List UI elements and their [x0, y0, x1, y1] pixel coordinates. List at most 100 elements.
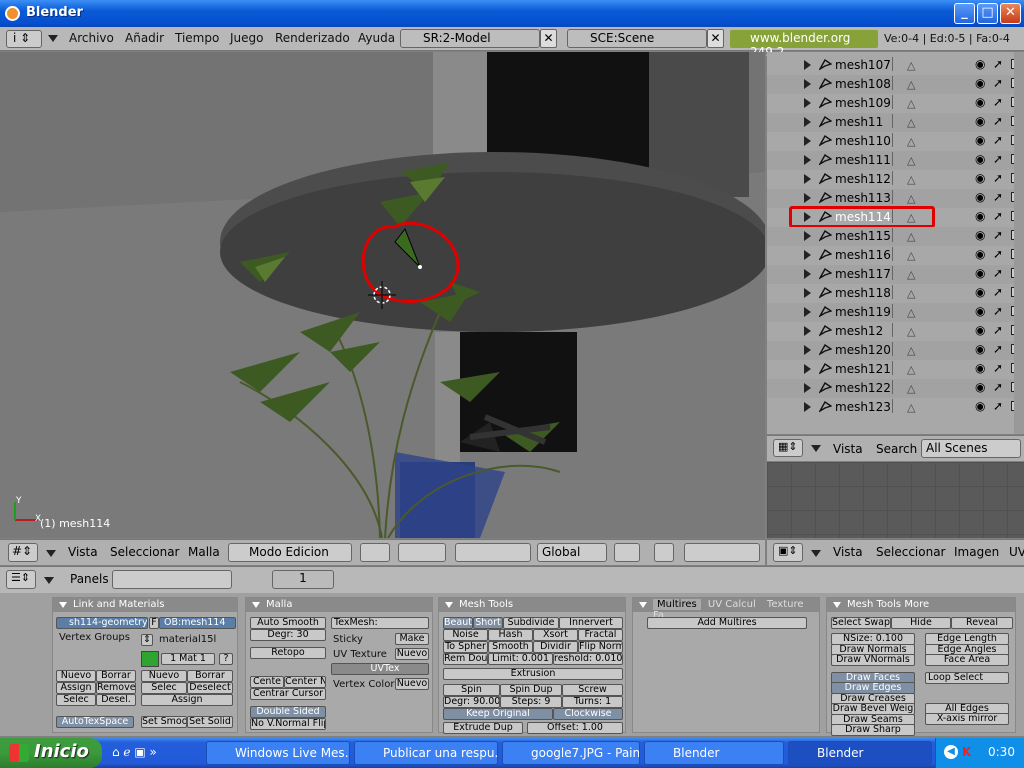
vgroup-assign-button[interactable]: Assign — [56, 682, 96, 694]
selectability-cursor-icon[interactable]: ➚ — [993, 342, 1003, 356]
close-button[interactable]: ✕ — [1000, 3, 1021, 24]
selectability-cursor-icon[interactable]: ➚ — [993, 152, 1003, 166]
minimize-button[interactable]: _ — [954, 3, 975, 24]
view-menu[interactable]: Vista — [68, 545, 98, 559]
material-help-button[interactable]: ? — [219, 653, 233, 665]
material-new-button[interactable]: Nuevo — [141, 670, 187, 682]
spin-button[interactable]: Spin — [443, 684, 500, 696]
collapse-triangle-icon[interactable] — [46, 550, 56, 557]
expand-triangle-icon[interactable] — [804, 250, 811, 260]
center-button[interactable]: Cente — [250, 676, 284, 688]
snap-icon[interactable] — [654, 543, 674, 562]
degree-field[interactable]: Degr: 30 — [250, 629, 326, 641]
subdivide-button[interactable]: Subdivide — [503, 617, 559, 629]
outliner-view-menu[interactable]: Vista — [833, 442, 863, 456]
tray-arrow-icon[interactable]: ◀ — [944, 745, 958, 759]
visibility-eye-icon[interactable]: ◉ — [975, 304, 985, 318]
outliner-row-mesh116[interactable]: mesh116 △ ◉ ➚ — [767, 246, 1024, 265]
selectability-cursor-icon[interactable]: ➚ — [993, 304, 1003, 318]
selectability-cursor-icon[interactable]: ➚ — [993, 380, 1003, 394]
collapse-triangle-icon[interactable] — [44, 577, 54, 584]
image-editor-icon[interactable]: ▣⇕ — [773, 543, 803, 562]
expand-triangle-icon[interactable] — [804, 136, 811, 146]
visibility-eye-icon[interactable]: ◉ — [975, 171, 985, 185]
selectability-cursor-icon[interactable]: ➚ — [993, 209, 1003, 223]
loop-select-dropdown[interactable]: Loop Select — [925, 672, 1009, 684]
texmesh-field[interactable]: TexMesh: — [331, 617, 429, 629]
noise-button[interactable]: Noise — [443, 629, 488, 641]
expand-triangle-icon[interactable] — [804, 307, 811, 317]
visibility-eye-icon[interactable]: ◉ — [975, 380, 985, 394]
face-area-toggle[interactable]: Face Area — [925, 654, 1009, 666]
beauty-toggle[interactable]: Beaut — [443, 617, 473, 629]
vgroup-delete-button[interactable]: Borrar — [96, 670, 136, 682]
outliner-row-mesh108[interactable]: mesh108 △ ◉ ➚ — [767, 75, 1024, 94]
selectability-cursor-icon[interactable]: ➚ — [993, 323, 1003, 337]
outliner-row-mesh115[interactable]: mesh115 △ ◉ ➚ — [767, 227, 1024, 246]
scene-selector[interactable]: SCE:Scene — [567, 29, 707, 48]
mesh-datablock-field[interactable]: sh114-geometry — [56, 617, 148, 629]
expand-triangle-icon[interactable] — [804, 345, 811, 355]
outliner-search-menu[interactable]: Search — [876, 442, 917, 456]
pivot-icon[interactable] — [398, 543, 446, 562]
material-deselect-button[interactable]: Deselect — [187, 682, 233, 694]
uvs-menu[interactable]: UVs — [1009, 545, 1024, 559]
menu-ayuda[interactable]: Ayuda — [358, 31, 395, 45]
visibility-eye-icon[interactable]: ◉ — [975, 114, 985, 128]
selectability-cursor-icon[interactable]: ➚ — [993, 76, 1003, 90]
material-delete-button[interactable]: Borrar — [187, 670, 233, 682]
expand-triangle-icon[interactable] — [804, 402, 811, 412]
split-button[interactable]: Dividir — [533, 641, 578, 653]
set-solid-button[interactable]: Set Solid — [187, 716, 233, 728]
reveal-button[interactable]: Reveal — [951, 617, 1013, 629]
expand-triangle-icon[interactable] — [804, 174, 811, 184]
outliner-row-mesh121[interactable]: mesh121 △ ◉ ➚ — [767, 360, 1024, 379]
manipulator-icons[interactable] — [455, 543, 531, 562]
image-view-menu[interactable]: Vista — [833, 545, 863, 559]
fake-user-toggle[interactable]: F — [149, 617, 159, 629]
limit-field[interactable]: Limit: 0.001 — [488, 653, 553, 665]
visibility-eye-icon[interactable]: ◉ — [975, 209, 985, 223]
expand-triangle-icon[interactable] — [804, 383, 811, 393]
selectability-cursor-icon[interactable]: ➚ — [993, 171, 1003, 185]
add-multires-button[interactable]: Add Multires — [647, 617, 807, 629]
vgroup-remove-button[interactable]: Remove — [96, 682, 136, 694]
steps-field[interactable]: Steps: 9 — [500, 696, 562, 708]
screen-selector[interactable]: SR:2-Model — [400, 29, 540, 48]
fractal-button[interactable]: Fractal — [578, 629, 623, 641]
visibility-eye-icon[interactable]: ◉ — [975, 285, 985, 299]
visibility-eye-icon[interactable]: ◉ — [975, 323, 985, 337]
outliner-row-mesh114[interactable]: mesh114 △ ◉ ➚ — [767, 206, 1024, 228]
visibility-eye-icon[interactable]: ◉ — [975, 57, 985, 71]
extrude-dup-button[interactable]: Extrude Dup — [443, 722, 523, 734]
outliner-row-mesh110[interactable]: mesh110 △ ◉ ➚ — [767, 132, 1024, 151]
outliner-row-mesh11[interactable]: mesh11 △ ◉ ➚ — [767, 113, 1024, 132]
draw-vnormals-toggle[interactable]: Draw VNormals — [831, 654, 915, 666]
remove-doubles-button[interactable]: Rem Dou — [443, 653, 488, 665]
material-assign-button[interactable]: Assign — [141, 694, 233, 706]
vgroup-new-button[interactable]: Nuevo — [56, 670, 96, 682]
expand-triangle-icon[interactable] — [804, 364, 811, 374]
selectability-cursor-icon[interactable]: ➚ — [993, 114, 1003, 128]
vgroup-deselect-button[interactable]: Desel. — [96, 694, 136, 706]
set-smooth-button[interactable]: Set Smoo — [141, 716, 187, 728]
extrusion-button[interactable]: Extrusion — [443, 668, 623, 680]
3d-editor-icon[interactable]: #⇕ — [8, 543, 38, 562]
autotexspace-toggle[interactable]: AutoTexSpace — [56, 716, 134, 728]
auto-smooth-toggle[interactable]: Auto Smooth — [250, 617, 326, 629]
sticky-make-button[interactable]: Make — [395, 633, 429, 645]
visibility-eye-icon[interactable]: ◉ — [975, 247, 985, 261]
selectability-cursor-icon[interactable]: ➚ — [993, 228, 1003, 242]
mesh-menu[interactable]: Malla — [188, 545, 220, 559]
collapse-triangle-icon[interactable] — [48, 35, 58, 42]
outliner-row-mesh120[interactable]: mesh120 △ ◉ ➚ — [767, 341, 1024, 360]
hash-button[interactable]: Hash — [488, 629, 533, 641]
visibility-eye-icon[interactable]: ◉ — [975, 152, 985, 166]
tab-uv-calculation[interactable]: UV Calcul — [704, 599, 760, 610]
expand-triangle-icon[interactable] — [804, 60, 811, 70]
expand-triangle-icon[interactable] — [804, 79, 811, 89]
visibility-eye-icon[interactable]: ◉ — [975, 266, 985, 280]
start-button[interactable]: Inicio — [0, 738, 102, 768]
no-vnormal-flip-toggle[interactable]: No V.Normal Flip — [250, 718, 326, 730]
smooth-button[interactable]: Smooth — [488, 641, 533, 653]
